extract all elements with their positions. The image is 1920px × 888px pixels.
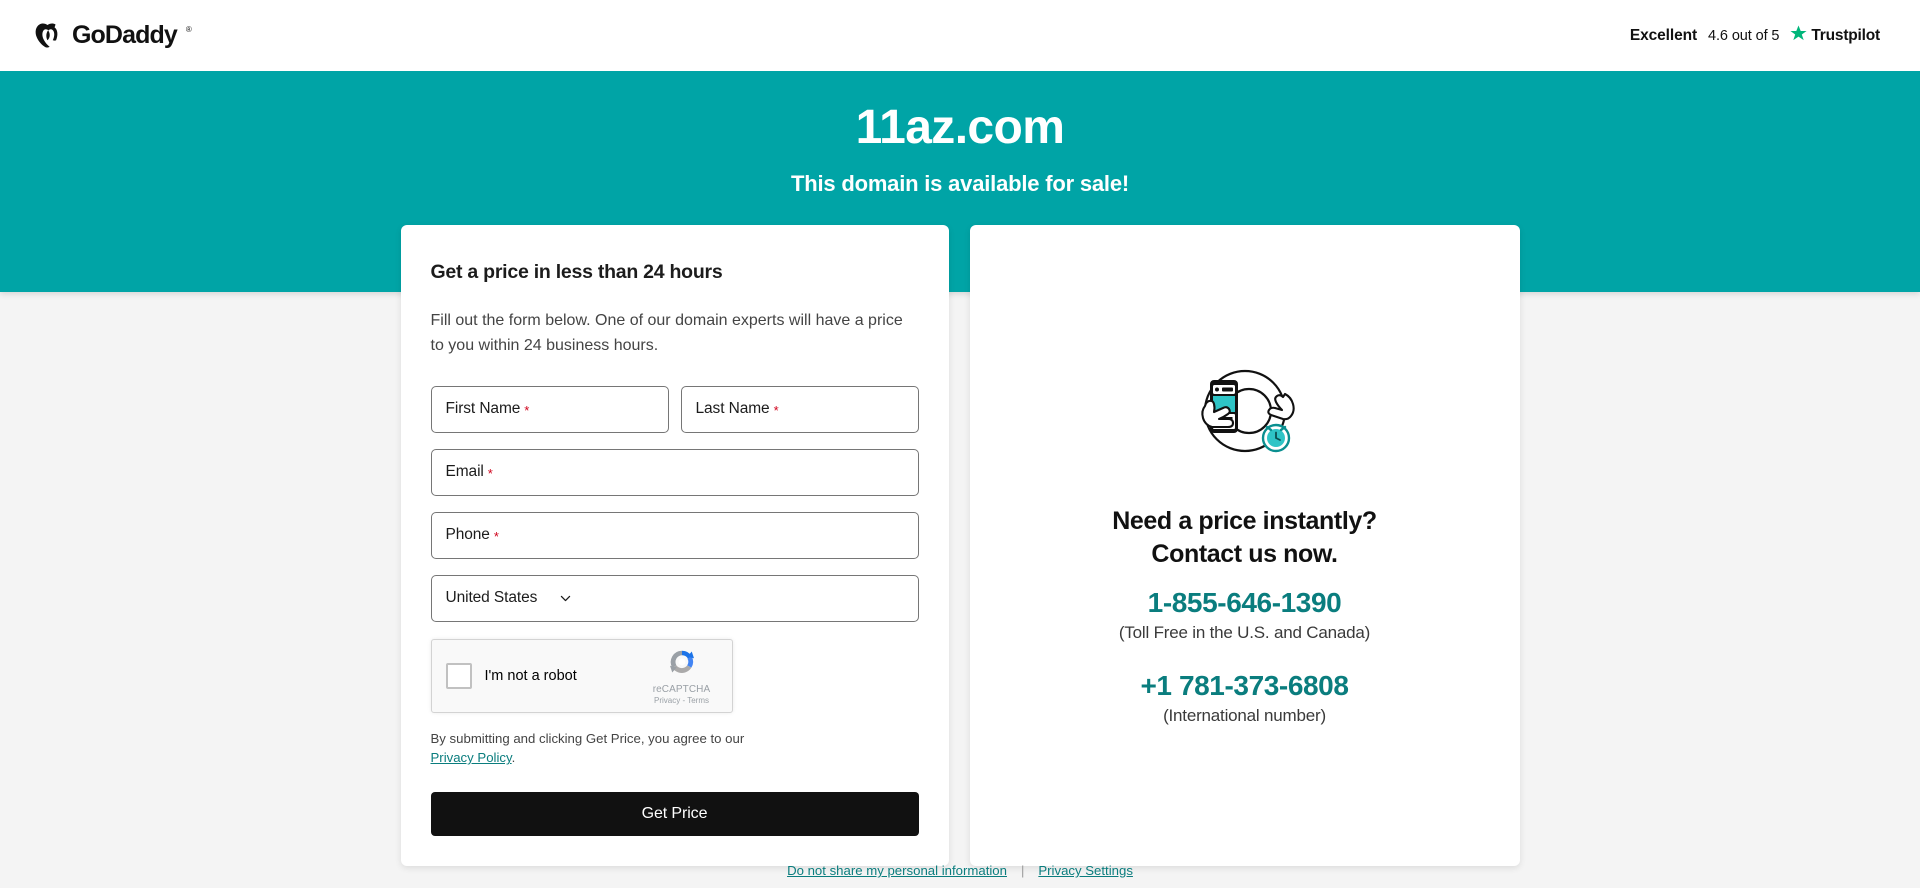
page-root: GoDaddy ® Excellent 4.6 out of 5 Trustpi…: [0, 0, 1920, 888]
phone-input[interactable]: Phone *: [430, 511, 919, 559]
recaptcha-branding: reCAPTCHA Privacy - Terms: [644, 647, 720, 705]
last-name-required-mark: *: [773, 402, 779, 418]
country-select[interactable]: United States: [430, 574, 919, 622]
godaddy-wordmark: GoDaddy: [72, 21, 178, 49]
contact-heading-line-1: Need a price instantly?: [1112, 506, 1377, 535]
recaptcha-label: I'm not a robot: [484, 667, 577, 684]
recaptcha-checkbox[interactable]: [445, 662, 472, 689]
country-select-value: United States: [445, 589, 538, 607]
phone-required-mark: *: [493, 528, 499, 544]
phone-clock-illustration: [1193, 366, 1297, 463]
last-name-label: Last Name: [695, 400, 770, 418]
cards-container: Get a price in less than 24 hours Fill o…: [0, 225, 1920, 867]
first-name-required-mark: *: [524, 402, 530, 418]
trustpilot-logo: Trustpilot: [1790, 25, 1880, 47]
privacy-policy-link[interactable]: Privacy Policy: [431, 750, 512, 765]
trustpilot-star-icon: [1790, 25, 1807, 47]
footer-separator: |: [1020, 863, 1025, 878]
trustpilot-rating[interactable]: Excellent 4.6 out of 5 Trustpilot: [1630, 25, 1890, 47]
international-phone-note: (International number): [1163, 705, 1326, 725]
contact-heading: Need a price instantly? Contact us now.: [1112, 505, 1377, 571]
recaptcha-logo-icon: [667, 647, 697, 682]
chevron-down-icon: [559, 592, 572, 605]
recaptcha-widget[interactable]: I'm not a robot reCAPTCHA Privacy - Term…: [430, 638, 733, 713]
get-price-button[interactable]: Get Price: [430, 792, 919, 837]
name-fields-row: First Name * Last Name *: [430, 385, 919, 433]
page-title-domain: 11az.com: [855, 101, 1065, 154]
site-footer: Do not share my personal information | P…: [0, 863, 1920, 878]
email-input[interactable]: Email *: [430, 448, 919, 496]
form-description: Fill out the form below. One of our doma…: [430, 312, 903, 354]
legal-text-before: By submitting and clicking Get Price, yo…: [430, 730, 745, 746]
trademark-mark: ®: [185, 24, 192, 34]
international-phone-link[interactable]: +1 781-373-6808: [1140, 670, 1348, 702]
do-not-share-info-link[interactable]: Do not share my personal information: [787, 863, 1007, 878]
recaptcha-privacy-terms-links[interactable]: Privacy - Terms: [654, 696, 709, 705]
phone-label: Phone: [445, 526, 490, 544]
email-label: Email: [445, 463, 484, 481]
trustpilot-wordmark: Trustpilot: [1811, 26, 1880, 44]
toll-free-phone-note: (Toll Free in the U.S. and Canada): [1118, 622, 1371, 642]
last-name-input[interactable]: Last Name *: [680, 385, 919, 433]
email-required-mark: *: [487, 465, 493, 481]
godaddy-heart-icon: [32, 20, 63, 51]
trustpilot-score: 4.6 out of 5: [1708, 27, 1780, 44]
site-header: GoDaddy ® Excellent 4.6 out of 5 Trustpi…: [0, 0, 1920, 71]
contact-card: Need a price instantly? Contact us now. …: [969, 225, 1520, 867]
godaddy-logo[interactable]: GoDaddy ®: [30, 15, 192, 57]
first-name-label: First Name: [445, 400, 521, 418]
contact-heading-line-2: Contact us now.: [1151, 539, 1338, 568]
trustpilot-rating-word: Excellent: [1629, 26, 1698, 44]
form-heading: Get a price in less than 24 hours: [430, 261, 723, 283]
price-request-form-card: Get a price in less than 24 hours Fill o…: [400, 225, 949, 867]
recaptcha-brand-name: reCAPTCHA: [652, 683, 711, 695]
privacy-settings-link[interactable]: Privacy Settings: [1038, 863, 1133, 878]
legal-text-after: .: [511, 750, 516, 766]
first-name-input[interactable]: First Name *: [430, 385, 669, 433]
hero-subtitle: This domain is available for sale!: [791, 170, 1129, 196]
legal-consent-text: By submitting and clicking Get Price, yo…: [431, 729, 761, 769]
toll-free-phone-link[interactable]: 1-855-646-1390: [1148, 587, 1342, 619]
